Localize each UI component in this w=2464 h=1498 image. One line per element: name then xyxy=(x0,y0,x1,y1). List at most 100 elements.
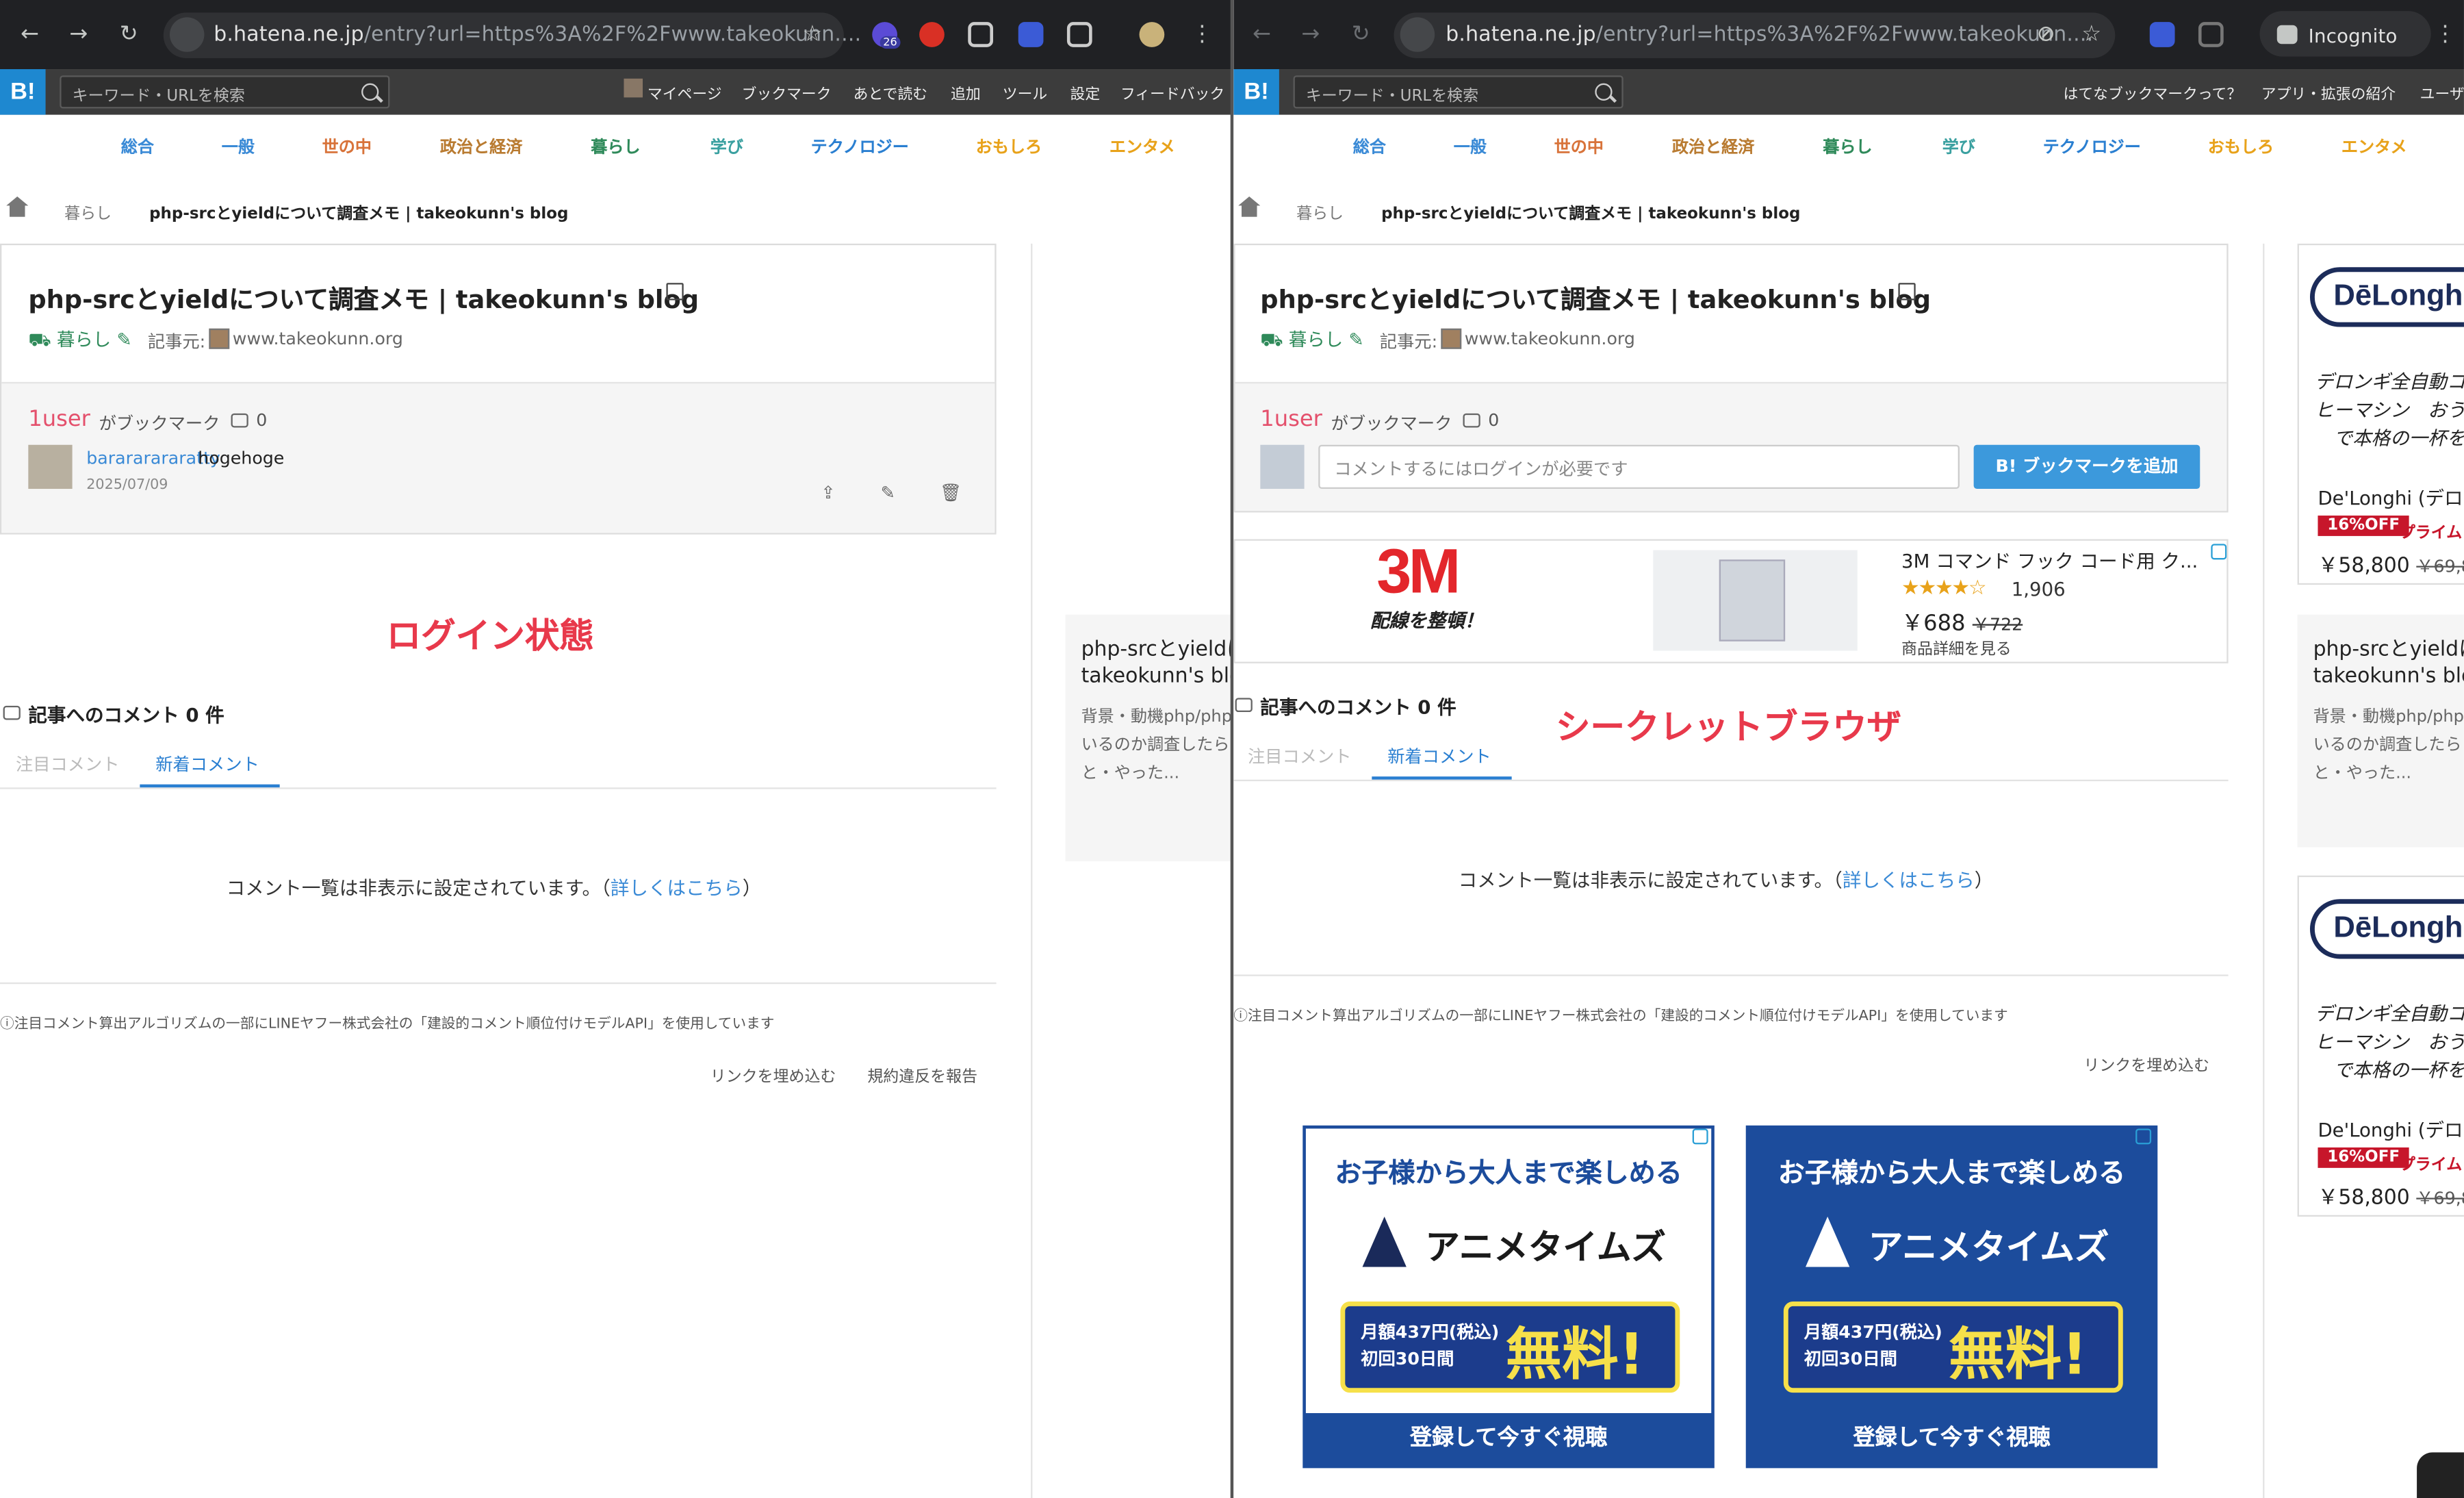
edit-icon[interactable]: ✎ xyxy=(878,483,897,503)
floating-button[interactable] xyxy=(2417,1452,2464,1498)
url-text[interactable]: b.hatena.ne.jp/entry?url=https%3A%2F%2Fw… xyxy=(1446,23,2093,47)
category-it[interactable]: テクノロジー xyxy=(811,135,909,158)
external-link-icon[interactable] xyxy=(666,283,684,301)
menu-icon[interactable]: ⋮ xyxy=(2433,22,2458,47)
3m-ad-banner[interactable]: 3M 配線を整頓！ 3M コマンド フック コード用 ク... ★★★★☆ 1,… xyxy=(1233,539,2229,663)
header-link-readlater[interactable]: あとで読む xyxy=(854,81,927,103)
extension-blue-icon[interactable] xyxy=(2149,22,2175,47)
site-info-icon[interactable] xyxy=(169,17,205,52)
back-icon[interactable]: ← xyxy=(1249,22,1274,47)
category-economics[interactable]: 政治と経済 xyxy=(440,135,523,158)
report-link[interactable]: 規約違反を報告 xyxy=(867,1063,977,1086)
header-link-feedback[interactable]: フィードバック xyxy=(1120,81,1224,103)
breadcrumb-life[interactable]: 暮らし xyxy=(1296,200,1344,223)
embed-link[interactable]: リンクを埋め込む xyxy=(2083,1052,2209,1075)
tab-featured-comments[interactable]: 注目コメント xyxy=(1248,744,1352,769)
header-link-user[interactable]: ユーザ xyxy=(2420,81,2464,103)
category-economics[interactable]: 政治と経済 xyxy=(1672,135,1755,158)
category-tag[interactable]: ⛟ 暮らし ✎ xyxy=(1260,327,1363,354)
details-link[interactable]: 商品詳細を見る xyxy=(1901,635,2012,659)
hatena-logo[interactable]: B! xyxy=(0,69,46,115)
category-tag[interactable]: ⛟ 暮らし ✎ xyxy=(28,327,131,354)
adchoices-icon[interactable] xyxy=(1692,1128,1708,1145)
extension-red-icon[interactable] xyxy=(919,22,945,47)
category-life[interactable]: 暮らし xyxy=(1823,135,1872,158)
category-entertainment[interactable]: エンタメ xyxy=(2341,135,2407,158)
delete-icon[interactable]: 🗑 xyxy=(940,483,962,503)
header-link-tools[interactable]: ツール xyxy=(1003,81,1047,103)
related-entry-card[interactable]: php-srcとyieldに takeokunn's blo 背景・動機php/… xyxy=(1065,614,1232,862)
source-link[interactable]: www.takeokunn.org xyxy=(233,329,403,349)
header-link-bookmark[interactable]: ブックマーク xyxy=(742,81,832,103)
header-link-about[interactable]: はてなブックマークって？ xyxy=(2064,81,2242,103)
category-fun[interactable]: おもしろ xyxy=(976,135,1042,158)
header-link-apps[interactable]: アプリ・拡張の紹介 xyxy=(2261,81,2396,103)
bookmark-users[interactable]: 1user xyxy=(1260,407,1322,433)
category-knowledge[interactable]: 学び xyxy=(1942,135,1975,158)
category-general[interactable]: 一般 xyxy=(222,135,255,158)
product-name[interactable]: 3M コマンド フック コード用 ク... xyxy=(1901,547,2198,574)
star-icon[interactable]: ☆ xyxy=(800,22,825,47)
user-avatar-image[interactable] xyxy=(28,444,73,490)
search-icon[interactable] xyxy=(1595,83,1613,101)
forward-icon[interactable]: → xyxy=(66,22,91,47)
share-icon[interactable]: ⇪ xyxy=(819,483,838,503)
bookmark-users[interactable]: 1user xyxy=(28,407,90,433)
category-social[interactable]: 世の中 xyxy=(1554,135,1604,158)
user-avatar[interactable] xyxy=(624,78,643,98)
breadcrumb-life[interactable]: 暮らし xyxy=(64,200,112,223)
source-link[interactable]: www.takeokunn.org xyxy=(1465,329,1635,349)
reload-icon[interactable]: ↻ xyxy=(1348,22,1374,47)
category-fun[interactable]: おもしろ xyxy=(2208,135,2274,158)
tab-new-comments[interactable]: 新着コメント xyxy=(1387,744,1491,769)
category-it[interactable]: テクノロジー xyxy=(2043,135,2141,158)
details-link[interactable]: 詳しくはこちら xyxy=(611,877,743,899)
entry-title[interactable]: php-srcとyieldについて調査メモ | takeokunn's blog xyxy=(1260,278,1931,316)
extension-blue-icon[interactable] xyxy=(1018,22,1044,47)
anime-ad-right[interactable]: お子様から大人まで楽しめる アニメタイムズ 月額437円(税込) 初回30日間 無… xyxy=(1745,1125,2158,1469)
eye-off-icon[interactable]: ⊘ xyxy=(2033,22,2059,47)
reload-icon[interactable]: ↻ xyxy=(116,22,142,47)
category-entertainment[interactable]: エンタメ xyxy=(1109,135,1175,158)
details-link[interactable]: 詳しくはこちら xyxy=(1843,869,1975,891)
anime-cta[interactable]: 登録して今すぐ視聴 xyxy=(1302,1421,1715,1452)
puzzle-icon[interactable] xyxy=(1066,22,1092,47)
entry-title[interactable]: php-srcとyieldについて調査メモ | takeokunn's blog xyxy=(28,278,699,316)
embed-link[interactable]: リンクを埋め込む xyxy=(710,1063,836,1086)
anime-cta[interactable]: 登録して今すぐ視聴 xyxy=(1746,1421,2158,1452)
home-icon[interactable] xyxy=(6,196,29,217)
menu-icon[interactable]: ⋮ xyxy=(1190,22,1215,47)
forward-icon[interactable]: → xyxy=(1298,22,1323,47)
search-input[interactable]: キーワード・URLを検索 xyxy=(60,75,390,109)
adchoices-icon[interactable] xyxy=(2135,1128,2152,1145)
profile-avatar[interactable] xyxy=(1139,22,1165,47)
header-link-settings[interactable]: 設定 xyxy=(1070,81,1101,103)
star-icon[interactable]: ☆ xyxy=(2079,22,2104,47)
category-life[interactable]: 暮らし xyxy=(591,135,640,158)
tab-featured-comments[interactable]: 注目コメント xyxy=(16,751,120,776)
back-icon[interactable]: ← xyxy=(17,22,42,47)
category-general[interactable]: 一般 xyxy=(1454,135,1487,158)
adchoices-icon[interactable] xyxy=(2211,544,2227,560)
add-bookmark-button[interactable]: B! ブックマークを追加 xyxy=(1973,444,2200,490)
delonghi-ad-bottom[interactable]: DēLonghi デロンギ全自動コ ヒーマシン おう で本格の一杯を De'Lo… xyxy=(2297,875,2464,1217)
delonghi-ad-top[interactable]: DēLonghi デロンギ全自動コ ヒーマシン おう で本格の一杯を De'Lo… xyxy=(2297,243,2464,585)
puzzle-icon[interactable] xyxy=(2198,22,2224,47)
search-input[interactable]: キーワード・URLを検索 xyxy=(1293,75,1624,109)
hatena-logo[interactable]: B! xyxy=(1233,69,1279,115)
anime-ad-left[interactable]: お子様から大人まで楽しめる アニメタイムズ 月額437円(税込) 初回30日間 無… xyxy=(1302,1125,1715,1469)
external-link-icon[interactable] xyxy=(1898,283,1916,301)
tab-new-comments[interactable]: 新着コメント xyxy=(155,751,259,776)
category-social[interactable]: 世の中 xyxy=(322,135,372,158)
extension-tab-icon[interactable] xyxy=(968,22,994,47)
header-link-mypage[interactable]: マイページ xyxy=(647,81,722,103)
category-general-all[interactable]: 総合 xyxy=(121,135,154,158)
search-icon[interactable] xyxy=(361,83,379,101)
site-info-icon[interactable] xyxy=(1400,17,1435,52)
category-general-all[interactable]: 総合 xyxy=(1353,135,1386,158)
related-entry-card[interactable]: php-srcとyieldに takeokunn's blo 背景・動機php/… xyxy=(2297,614,2464,848)
home-icon[interactable] xyxy=(1238,196,1261,217)
comment-input[interactable]: コメントするにはログインが必要です xyxy=(1318,444,1960,490)
header-link-add[interactable]: 追加 xyxy=(951,81,981,103)
url-text[interactable]: b.hatena.ne.jp/entry?url=https%3A%2F%2Fw… xyxy=(214,23,861,47)
